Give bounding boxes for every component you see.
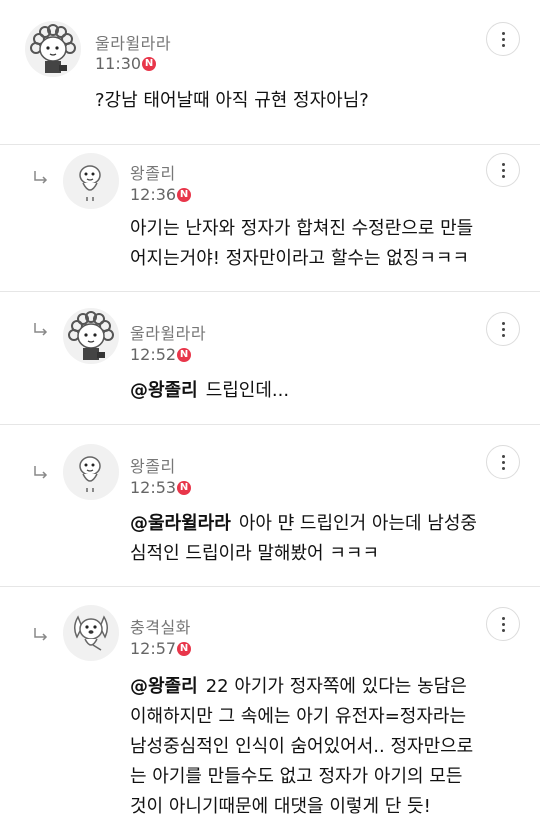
comment-nickname[interactable]: 왕졸리 <box>130 160 176 184</box>
dot-icon <box>501 321 505 325</box>
dot-icon <box>501 454 505 458</box>
comment-time: 12:36 <box>130 185 177 204</box>
dot-icon <box>501 37 505 41</box>
reply-arrow-icon <box>33 170 49 186</box>
avatar[interactable] <box>63 444 119 500</box>
comment-line-text: 아아 먄 드립인거 아는데 남성중 <box>238 513 477 534</box>
mention-link[interactable]: @왕졸리 <box>130 676 198 697</box>
dot-icon <box>501 174 505 178</box>
dot-icon <box>501 616 505 620</box>
reply-item: 울라윌라라 12:52 N @왕졸리 드립인데... <box>0 292 540 425</box>
comment-line: ?강남 태어날때 아직 규현 정자아님? <box>95 90 369 111</box>
new-badge: N <box>142 57 156 71</box>
comment-time: 12:52 <box>130 345 177 364</box>
comment-body: @울라윌라라 아아 먄 드립인거 아는데 남성중 심적인 드립이라 말해봤어 ㅋㅋ… <box>130 509 477 569</box>
avatar[interactable] <box>63 153 119 209</box>
more-options-button[interactable] <box>486 153 520 187</box>
comment-nickname[interactable]: 울라윌라라 <box>130 320 206 344</box>
comment-line-text: 22 아기가 정자쪽에 있다는 농담은 <box>205 676 467 697</box>
dot-icon <box>501 460 505 464</box>
comment-line: 이해하지만 그 속에는 아기 유전자=정자라는 <box>130 706 467 727</box>
reply-arrow-icon <box>33 465 49 481</box>
dog-character-icon <box>63 605 119 661</box>
dot-icon <box>501 466 505 470</box>
avatar[interactable] <box>25 21 81 77</box>
dot-icon <box>501 327 505 331</box>
comment-body: @왕졸리 22 아기가 정자쪽에 있다는 농담은 이해하지만 그 속에는 아기 유… <box>130 672 473 822</box>
dot-icon <box>501 31 505 35</box>
comment-time: 12:57 <box>130 639 177 658</box>
curly-hair-character-icon <box>25 21 81 77</box>
comment-item: 울라윌라라 11:30 N ?강남 태어날때 아직 규현 정자아님? <box>0 0 540 145</box>
comment-body: 아기는 난자와 정자가 합쳐진 수정란으로 만들 어지는거야! 정자만이라고 할… <box>130 214 473 274</box>
reply-item: 충격실화 12:57 N @왕졸리 22 아기가 정자쪽에 있다는 농담은 이해하… <box>0 587 540 823</box>
comment-nickname[interactable]: 울라윌라라 <box>95 30 171 54</box>
more-options-button[interactable] <box>486 445 520 479</box>
new-badge: N <box>177 481 191 495</box>
dot-icon <box>501 43 505 47</box>
comment-line: @울라윌라라 아아 먄 드립인거 아는데 남성중 <box>130 509 477 539</box>
comment-nickname[interactable]: 왕졸리 <box>130 453 176 477</box>
dot-icon <box>501 622 505 626</box>
more-options-button[interactable] <box>486 312 520 346</box>
reply-arrow-icon <box>33 627 49 643</box>
comment-body: @왕졸리 드립인데... <box>130 376 289 406</box>
reply-arrow-icon <box>33 322 49 338</box>
round-character-icon <box>63 153 119 209</box>
mention-link[interactable]: @울라윌라라 <box>130 513 231 534</box>
comment-line-text: 드립인데... <box>205 380 290 401</box>
comment-body: ?강남 태어날때 아직 규현 정자아님? <box>95 86 369 116</box>
comment-nickname[interactable]: 충격실화 <box>130 614 191 638</box>
dot-icon <box>501 162 505 166</box>
more-options-button[interactable] <box>486 607 520 641</box>
mention-link[interactable]: @왕졸리 <box>130 380 198 401</box>
comment-time: 12:53 <box>130 478 177 497</box>
new-badge: N <box>177 642 191 656</box>
comment-line: @왕졸리 22 아기가 정자쪽에 있다는 농담은 <box>130 672 473 702</box>
curly-hair-character-icon <box>63 308 119 364</box>
dot-icon <box>501 628 505 632</box>
comment-line: 어지는거야! 정자만이라고 할수는 없징ㅋㅋㅋ <box>130 248 470 269</box>
comment-line: @왕졸리 드립인데... <box>130 376 289 406</box>
dot-icon <box>501 333 505 337</box>
comment-line: 것이 아니기때문에 대댓을 이렇게 단 듯! <box>130 796 431 817</box>
avatar[interactable] <box>63 605 119 661</box>
comment-line: 심적인 드립이라 말해봤어 ㅋㅋㅋ <box>130 543 380 564</box>
comment-line: 아기는 난자와 정자가 합쳐진 수정란으로 만들 <box>130 218 474 239</box>
comment-line: 는 아기를 만들수도 없고 정자가 아기의 모든 <box>130 766 463 787</box>
reply-item: 왕졸리 12:53 N @울라윌라라 아아 먄 드립인거 아는데 남성중 심적인 … <box>0 425 540 587</box>
reply-item: 왕졸리 12:36 N 아기는 난자와 정자가 합쳐진 수정란으로 만들 어지는… <box>0 145 540 292</box>
dot-icon <box>501 168 505 172</box>
comment-line: 남성중심적인 인식이 숨어있어서.. 정자만으로 <box>130 736 474 757</box>
round-character-icon <box>63 444 119 500</box>
more-options-button[interactable] <box>486 22 520 56</box>
new-badge: N <box>177 348 191 362</box>
comment-time: 11:30 <box>95 54 142 73</box>
avatar[interactable] <box>63 308 119 364</box>
new-badge: N <box>177 188 191 202</box>
